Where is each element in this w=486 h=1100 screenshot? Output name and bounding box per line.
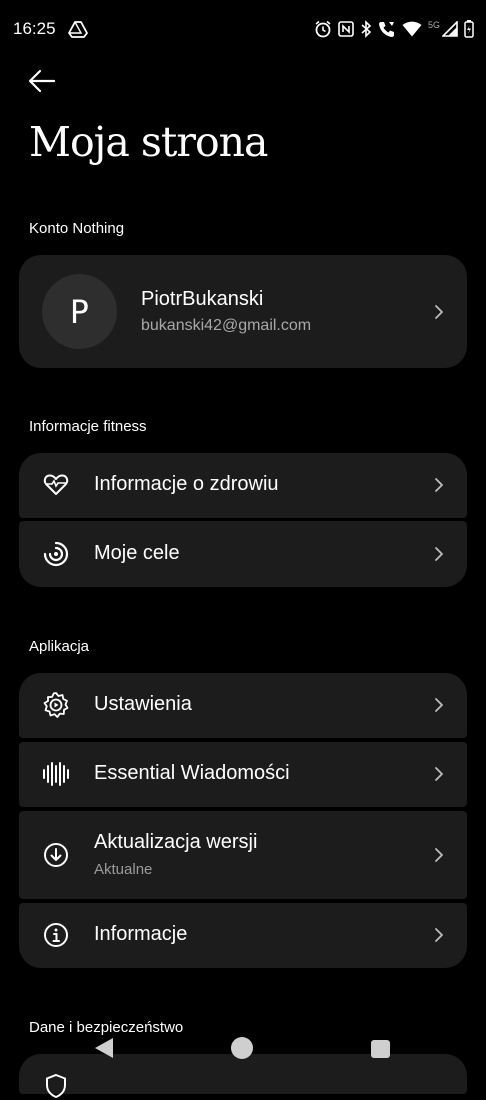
network-type: 5G xyxy=(427,20,440,30)
list-item-version-update[interactable]: Aktualizacja wersji Aktualne xyxy=(19,811,467,899)
waveform-icon xyxy=(42,760,70,788)
goals-icon xyxy=(42,540,70,568)
arrow-left-icon[interactable] xyxy=(26,64,60,98)
profile-card[interactable]: P PiotrBukanski bukanski42@gmail.com xyxy=(19,255,467,368)
bluetooth-icon xyxy=(361,20,372,38)
list-item-label: Informacje o zdrowiu xyxy=(94,473,279,495)
page-title: Moja strona xyxy=(29,118,269,166)
battery-icon xyxy=(464,20,474,38)
nfc-icon xyxy=(338,21,354,37)
list-item-label: Aktualizacja wersji xyxy=(94,831,258,853)
heart-icon xyxy=(42,471,70,499)
nav-home-icon[interactable] xyxy=(231,1037,253,1059)
alarm-icon xyxy=(315,20,331,38)
list-item-label: Essential Wiadomości xyxy=(94,762,290,784)
list-item-essential-messages[interactable]: Essential Wiadomości xyxy=(19,742,467,807)
chevron-right-icon xyxy=(435,848,443,862)
section-label-account: Konto Nothing xyxy=(29,220,125,237)
list-item-info[interactable]: Informacje xyxy=(19,903,467,968)
status-bar: 16:25 5G xyxy=(0,0,486,58)
drive-icon xyxy=(68,21,88,38)
chevron-right-icon xyxy=(435,767,443,781)
status-icons: 5G xyxy=(314,18,474,40)
download-icon xyxy=(42,841,70,869)
list-item-settings[interactable]: Ustawienia xyxy=(19,673,467,738)
navigation-bar xyxy=(0,1020,486,1080)
avatar: P xyxy=(42,274,117,349)
section-label-fitness: Informacje fitness xyxy=(29,418,147,435)
list-item-label: Ustawienia xyxy=(94,693,192,715)
signal-icon xyxy=(442,21,458,37)
list-item-sublabel: Aktualne xyxy=(94,861,153,878)
chevron-right-icon xyxy=(435,928,443,942)
chevron-right-icon xyxy=(435,698,443,712)
gear-icon xyxy=(42,691,70,719)
chevron-right-icon xyxy=(435,547,443,561)
profile-username: PiotrBukanski xyxy=(141,288,264,310)
wifi-call-icon xyxy=(378,22,394,37)
list-item-label: Moje cele xyxy=(94,542,180,564)
chevron-right-icon xyxy=(435,305,443,319)
nav-back-icon[interactable] xyxy=(94,1037,114,1059)
status-time: 16:25 xyxy=(13,19,56,38)
list-item-label: Informacje xyxy=(94,923,188,945)
list-item-my-goals[interactable]: Moje cele xyxy=(19,521,467,587)
profile-email: bukanski42@gmail.com xyxy=(141,317,312,334)
list-item-health-info[interactable]: Informacje o zdrowiu xyxy=(19,453,467,518)
wifi-icon xyxy=(402,21,422,37)
nav-recents-icon[interactable] xyxy=(371,1040,390,1058)
info-icon xyxy=(42,921,70,949)
avatar-letter: P xyxy=(69,292,90,331)
section-label-app: Aplikacja xyxy=(29,638,90,655)
chevron-right-icon xyxy=(435,478,443,492)
